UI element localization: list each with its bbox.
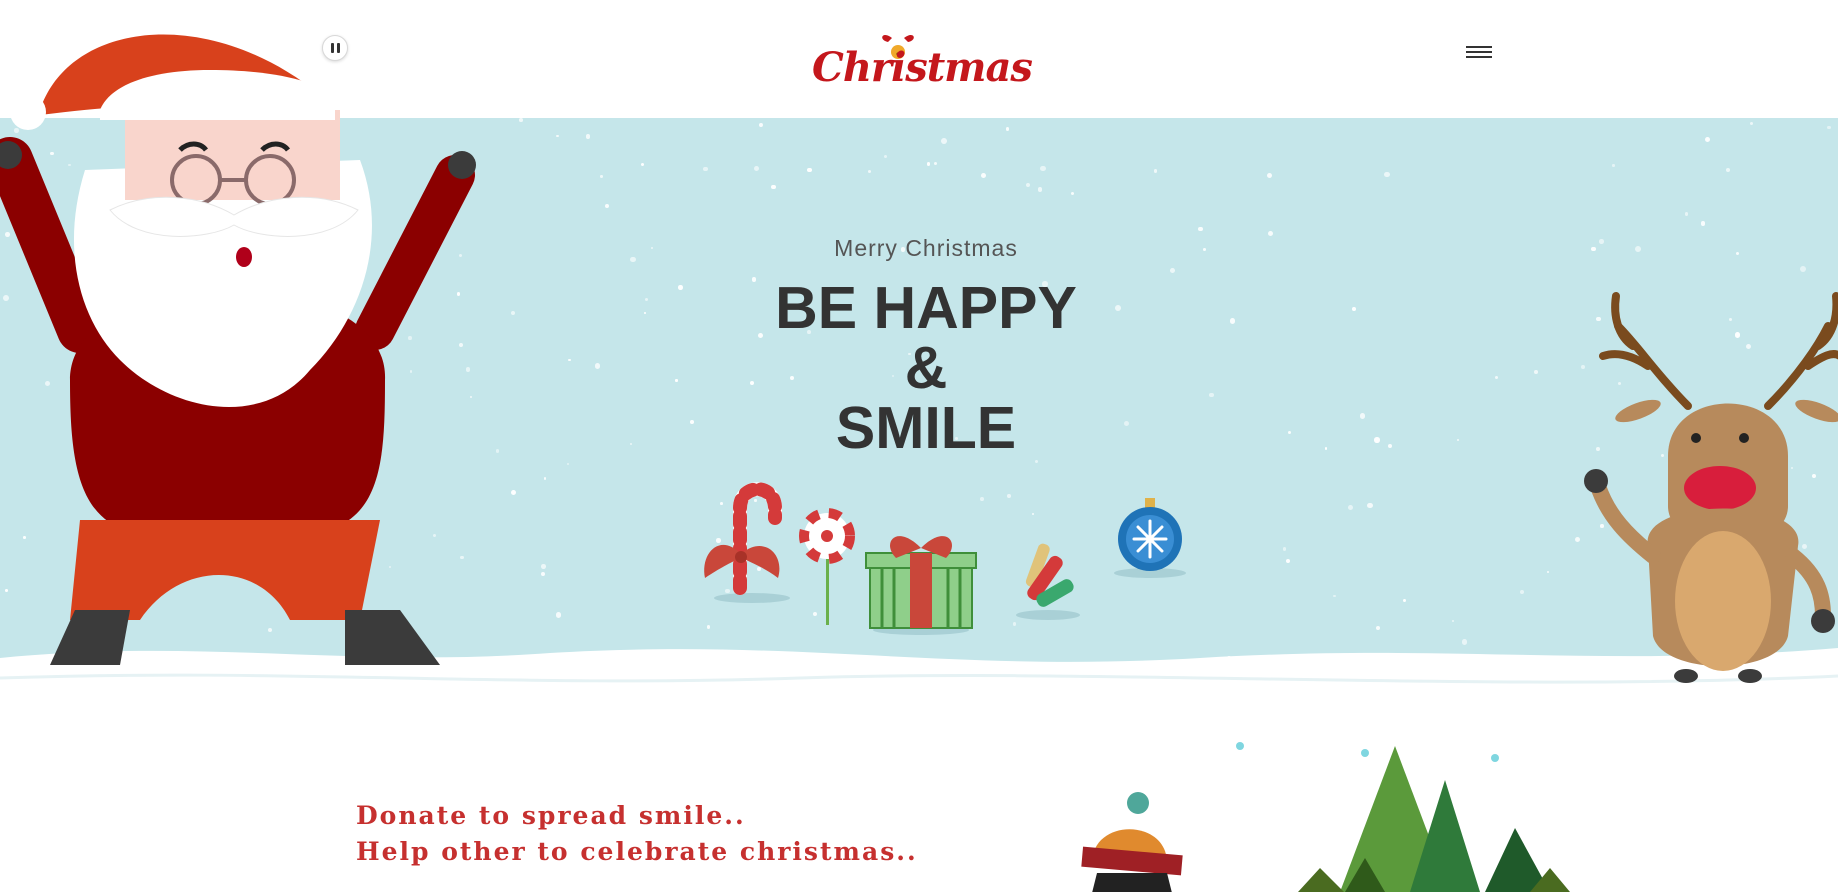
gift-box-icon	[865, 536, 977, 635]
menu-button[interactable]	[1466, 46, 1496, 64]
penguin-illustration	[1081, 792, 1183, 892]
bauble-icon	[1114, 498, 1186, 578]
candy-cane-icon	[704, 482, 790, 603]
pause-music-button[interactable]	[322, 35, 348, 61]
donate-line-2: Help other to celebrate christmas..	[356, 837, 918, 866]
reindeer-illustration	[1584, 292, 1838, 683]
christmas-logo[interactable]: Christmas	[812, 26, 1033, 96]
lollipop-icon	[799, 508, 855, 625]
donate-section: Donate to spread smile.. Help other to c…	[0, 718, 1838, 892]
hamburger-menu-icon	[1466, 46, 1492, 48]
donate-line-1: Donate to spread smile..	[356, 801, 746, 830]
santa-illustration	[0, 34, 476, 665]
pause-icon	[330, 43, 334, 53]
donate-text: Donate to spread smile.. Help other to c…	[356, 798, 918, 870]
wrapped-candies-icon	[1016, 543, 1080, 620]
logo-text: Christmas	[812, 44, 1033, 91]
pine-trees-illustration	[1236, 742, 1570, 892]
